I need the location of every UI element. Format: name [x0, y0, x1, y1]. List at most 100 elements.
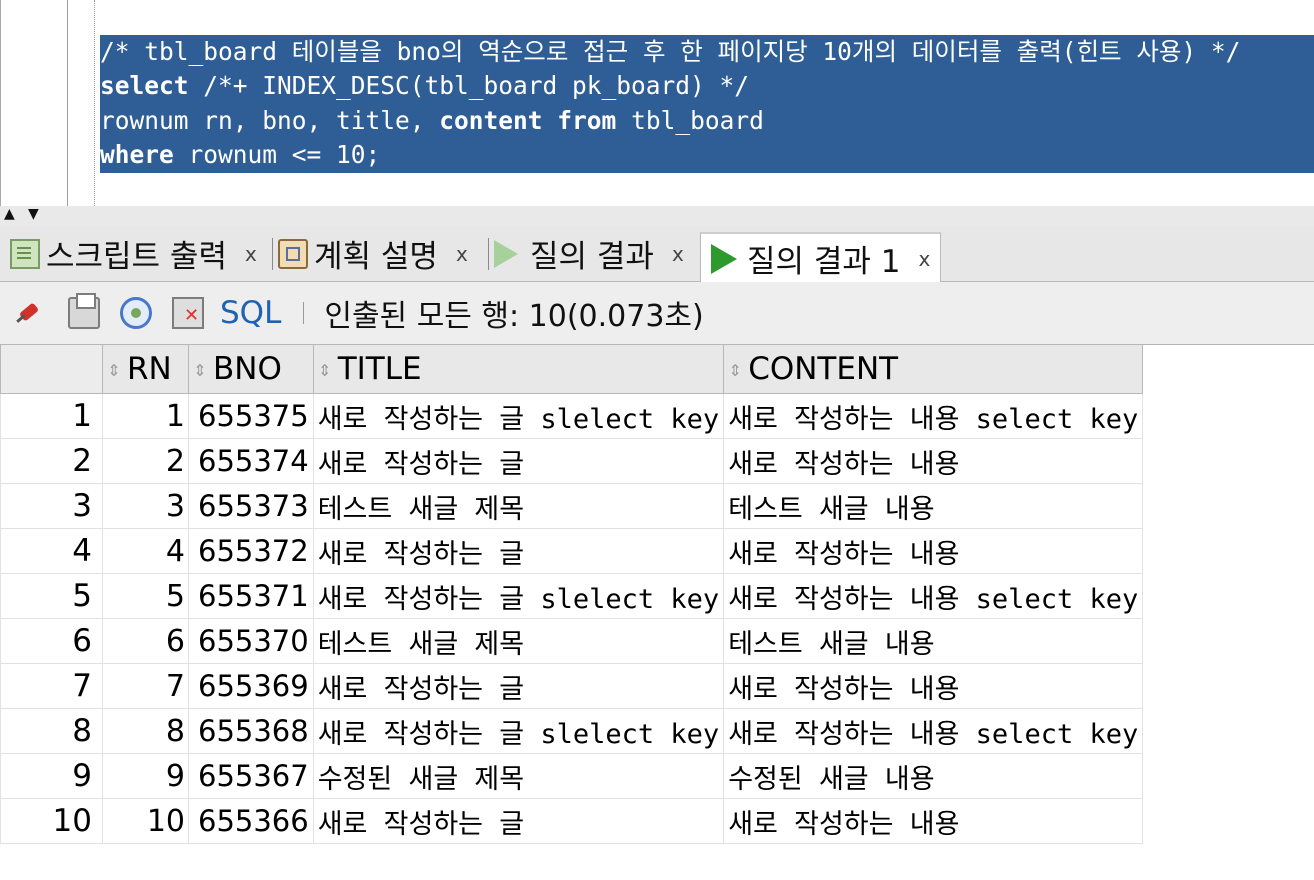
cell-bno[interactable]: 655372 [188, 528, 314, 574]
table-row[interactable]: 2 2 655374 새로 작성하는 글 새로 작성하는 내용 [0, 438, 1144, 484]
row-number[interactable]: 2 [0, 438, 103, 484]
cell-content[interactable]: 새로 작성하는 내용 select key [723, 573, 1144, 619]
cell-content[interactable]: 새로 작성하는 내용 select key [723, 393, 1144, 439]
cell-rn[interactable]: 5 [102, 573, 189, 619]
cell-title[interactable]: 테스트 새글 제목 [312, 483, 725, 529]
column-header-label: TITLE [337, 351, 422, 387]
cell-rn[interactable]: 4 [102, 528, 189, 574]
cell-bno[interactable]: 655367 [188, 753, 314, 799]
tab-close-icon[interactable]: x [245, 242, 257, 266]
row-number[interactable]: 9 [0, 753, 103, 799]
cell-content[interactable]: 새로 작성하는 내용 select key [723, 708, 1144, 754]
table-row[interactable]: 6 6 655370 테스트 새글 제목 테스트 새글 내용 [0, 618, 1144, 664]
column-header-title[interactable]: ⇕ TITLE [312, 344, 725, 394]
cell-content[interactable]: 수정된 새글 내용 [723, 753, 1144, 799]
sort-icon: ⇕ [728, 360, 742, 380]
row-number[interactable]: 6 [0, 618, 103, 664]
cell-rn[interactable]: 3 [102, 483, 189, 529]
cell-content[interactable]: 새로 작성하는 내용 [723, 528, 1144, 574]
row-number[interactable]: 4 [0, 528, 103, 574]
tab-label: 계획 설명 [314, 239, 438, 275]
panel-splitter[interactable]: ▲ ▼ [0, 206, 1314, 227]
cell-content[interactable]: 새로 작성하는 내용 [723, 798, 1144, 844]
cell-rn[interactable]: 8 [102, 708, 189, 754]
cell-rn[interactable]: 10 [102, 798, 189, 844]
cell-bno[interactable]: 655369 [188, 663, 314, 709]
cell-rn[interactable]: 2 [102, 438, 189, 484]
cell-title[interactable]: 새로 작성하는 글 slelect key [312, 573, 725, 619]
splitter-up-icon[interactable]: ▲ [4, 207, 15, 221]
tab-close-icon[interactable]: x [672, 242, 684, 266]
cell-title[interactable]: 새로 작성하는 글 slelect key [312, 708, 725, 754]
cell-content[interactable]: 테스트 새글 내용 [723, 618, 1144, 664]
row-number[interactable]: 5 [0, 573, 103, 619]
code-line[interactable]: select /*+ INDEX_DESC(tbl_board pk_board… [100, 69, 1314, 104]
table-row[interactable]: 7 7 655369 새로 작성하는 글 새로 작성하는 내용 [0, 663, 1144, 709]
code-line[interactable]: rownum rn, bno, title, content from tbl_… [100, 103, 1314, 139]
cell-content[interactable]: 테스트 새글 내용 [723, 483, 1144, 529]
column-header-bno[interactable]: ⇕ BNO [188, 344, 314, 394]
cell-title[interactable]: 새로 작성하는 글 [312, 528, 725, 574]
cell-bno[interactable]: 655373 [188, 483, 314, 529]
sort-icon: ⇕ [193, 360, 207, 380]
editor-code[interactable]: /* tbl_board 테이블을 bno의 역순으로 접근 후 한 페이지당 … [100, 35, 1314, 173]
cell-bno[interactable]: 655374 [188, 438, 314, 484]
cell-bno[interactable]: 655371 [188, 573, 314, 619]
tab-close-icon[interactable]: x [456, 242, 468, 266]
sql-editor[interactable]: /* tbl_board 테이블을 bno의 역순으로 접근 후 한 페이지당 … [0, 0, 1314, 207]
row-number[interactable]: 8 [0, 708, 103, 754]
sql-button[interactable]: SQL [220, 295, 281, 331]
table-row[interactable]: 3 3 655373 테스트 새글 제목 테스트 새글 내용 [0, 483, 1144, 529]
pin-icon[interactable] [14, 297, 46, 329]
cell-title[interactable]: 수정된 새글 제목 [312, 753, 725, 799]
code-line[interactable]: where rownum <= 10; [100, 138, 1314, 173]
tab-explain-plan[interactable]: 계획 설명 x [272, 226, 468, 281]
cell-title[interactable]: 새로 작성하는 글 slelect key [312, 393, 725, 439]
cell-bno[interactable]: 655366 [188, 798, 314, 844]
cell-rn[interactable]: 7 [102, 663, 189, 709]
cell-title[interactable]: 새로 작성하는 글 [312, 798, 725, 844]
code-line[interactable]: /* tbl_board 테이블을 bno의 역순으로 접근 후 한 페이지당 … [100, 35, 1314, 70]
cell-rn[interactable]: 1 [102, 393, 189, 439]
row-number[interactable]: 1 [0, 393, 103, 439]
table-row[interactable]: 10 10 655366 새로 작성하는 글 새로 작성하는 내용 [0, 798, 1144, 844]
row-number[interactable]: 10 [0, 798, 103, 844]
table-row[interactable]: 4 4 655372 새로 작성하는 글 새로 작성하는 내용 [0, 528, 1144, 574]
column-header-rn[interactable]: ⇕ RN [102, 344, 189, 394]
refresh-icon[interactable] [120, 297, 152, 329]
cell-title[interactable]: 새로 작성하는 글 [312, 438, 725, 484]
cell-rn[interactable]: 9 [102, 753, 189, 799]
column-header-label: RN [127, 351, 172, 387]
fetch-status: 인출된 모든 행: 10(0.073초) [324, 299, 704, 334]
cell-rn[interactable]: 6 [102, 618, 189, 664]
editor-gutter-divider [67, 0, 68, 206]
script-output-icon [10, 238, 40, 269]
row-number[interactable]: 7 [0, 663, 103, 709]
tab-script-output[interactable]: 스크립트 출력 x [10, 226, 257, 281]
cell-bno[interactable]: 655370 [188, 618, 314, 664]
column-header-content[interactable]: ⇕ CONTENT [723, 344, 1144, 394]
print-icon[interactable] [68, 293, 100, 329]
sql-keyword: select [100, 71, 189, 101]
cell-title[interactable]: 테스트 새글 제목 [312, 618, 725, 664]
result-grid: ⇕ RN ⇕ BNO ⇕ TITLE ⇕ CONTENT 1 1 655375 새로 작성하는… [0, 344, 1144, 844]
cell-content[interactable]: 새로 작성하는 내용 [723, 438, 1144, 484]
sql-keyword: content [439, 105, 543, 135]
clear-icon[interactable] [172, 297, 204, 329]
cell-bno[interactable]: 655375 [188, 393, 314, 439]
cell-content[interactable]: 새로 작성하는 내용 [723, 663, 1144, 709]
tab-query-result-1[interactable]: 질의 결과 1 x [700, 232, 942, 283]
tab-close-icon[interactable]: x [919, 247, 931, 271]
splitter-down-icon[interactable]: ▼ [28, 207, 39, 221]
sql-keyword: where [100, 140, 174, 170]
table-row[interactable]: 8 8 655368 새로 작성하는 글 slelect key 새로 작성하는 내용 … [0, 708, 1144, 754]
code-text: tbl_board [616, 105, 764, 135]
cell-bno[interactable]: 655368 [188, 708, 314, 754]
table-row[interactable]: 9 9 655367 수정된 새글 제목 수정된 새글 내용 [0, 753, 1144, 799]
row-number[interactable]: 3 [0, 483, 103, 529]
cell-title[interactable]: 새로 작성하는 글 [312, 663, 725, 709]
table-row[interactable]: 1 1 655375 새로 작성하는 글 slelect key 새로 작성하는 내용 … [0, 393, 1144, 439]
table-row[interactable]: 5 5 655371 새로 작성하는 글 slelect key 새로 작성하는 내용 … [0, 573, 1144, 619]
tab-query-result[interactable]: 질의 결과 x [488, 226, 684, 281]
